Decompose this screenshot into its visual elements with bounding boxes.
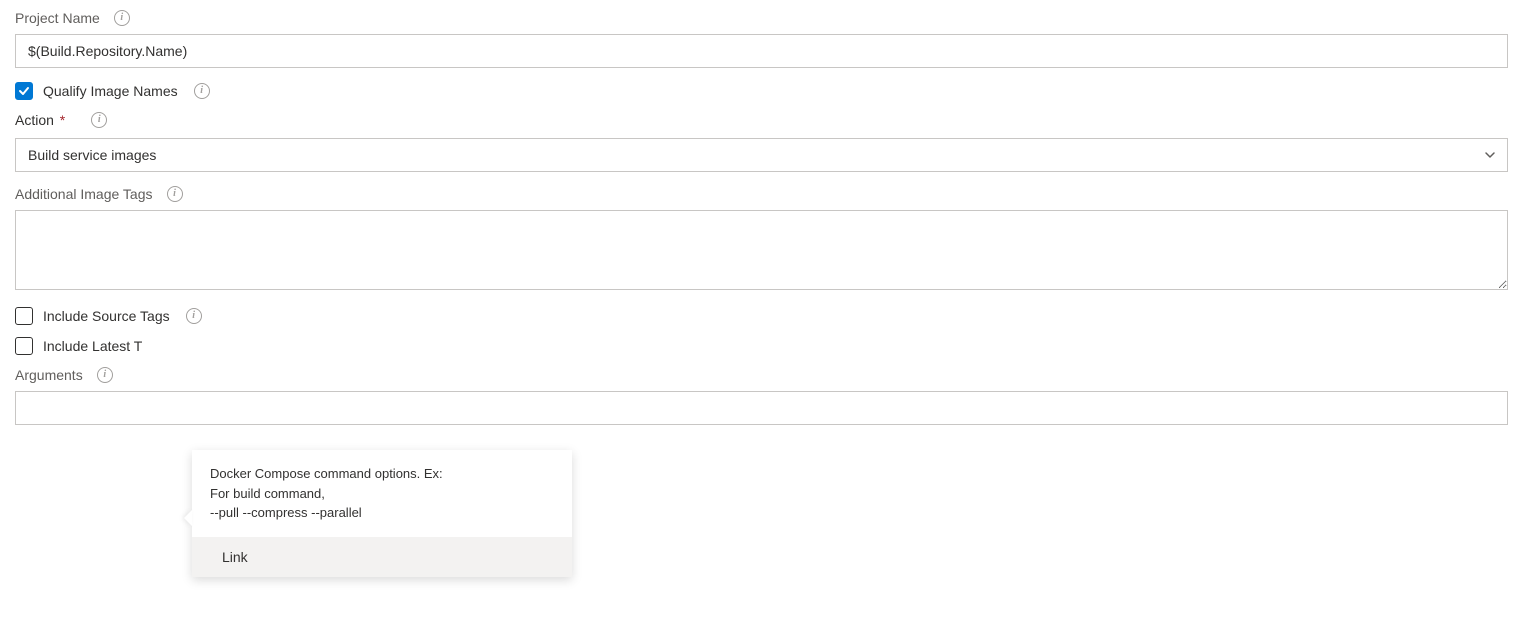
include-source-tags-label[interactable]: Include Source Tags <box>43 308 170 324</box>
info-icon[interactable]: i <box>91 112 107 128</box>
additional-image-tags-textarea[interactable] <box>15 210 1508 290</box>
qualify-image-names-checkbox[interactable] <box>15 82 33 100</box>
action-select-wrapper: Build service images <box>15 138 1508 172</box>
tooltip-body: Docker Compose command options. Ex: For … <box>192 450 572 537</box>
include-source-tags-row: Include Source Tags i <box>15 307 1508 325</box>
project-name-label: Project Name <box>15 10 100 26</box>
info-icon[interactable]: i <box>167 186 183 202</box>
additional-image-tags-field: Additional Image Tags i <box>15 186 1508 293</box>
action-field: Action * i Build service images <box>15 112 1508 172</box>
info-icon[interactable]: i <box>194 83 210 99</box>
qualify-image-names-label[interactable]: Qualify Image Names <box>43 83 178 99</box>
arguments-label-row: Arguments i <box>15 367 1508 383</box>
info-icon[interactable]: i <box>186 308 202 324</box>
arguments-tooltip: Docker Compose command options. Ex: For … <box>192 450 572 577</box>
tooltip-footer: Link <box>192 537 572 577</box>
project-name-input[interactable] <box>15 34 1508 68</box>
tooltip-arrow <box>184 510 192 526</box>
qualify-image-names-row: Qualify Image Names i <box>15 82 1508 100</box>
arguments-label: Arguments <box>15 367 83 383</box>
info-icon[interactable]: i <box>97 367 113 383</box>
info-icon[interactable]: i <box>114 10 130 26</box>
include-latest-tag-checkbox[interactable] <box>15 337 33 355</box>
include-latest-tag-row: Include Latest T <box>15 337 1508 355</box>
arguments-field: Arguments i <box>15 367 1508 425</box>
include-source-tags-checkbox[interactable] <box>15 307 33 325</box>
action-label-row: Action * i <box>15 112 1508 128</box>
include-latest-tag-label[interactable]: Include Latest T <box>43 338 142 354</box>
additional-image-tags-label-row: Additional Image Tags i <box>15 186 1508 202</box>
arguments-input[interactable] <box>15 391 1508 425</box>
action-select[interactable]: Build service images <box>15 138 1508 172</box>
project-name-label-row: Project Name i <box>15 10 1508 26</box>
tooltip-line-3: --pull --compress --parallel <box>210 503 554 523</box>
required-indicator: * <box>56 112 65 128</box>
tooltip-line-2: For build command, <box>210 484 554 504</box>
tooltip-line-1: Docker Compose command options. Ex: <box>210 464 554 484</box>
action-label: Action * <box>15 112 65 128</box>
project-name-field: Project Name i <box>15 10 1508 68</box>
tooltip-link[interactable]: Link <box>222 549 248 565</box>
additional-image-tags-label: Additional Image Tags <box>15 186 153 202</box>
